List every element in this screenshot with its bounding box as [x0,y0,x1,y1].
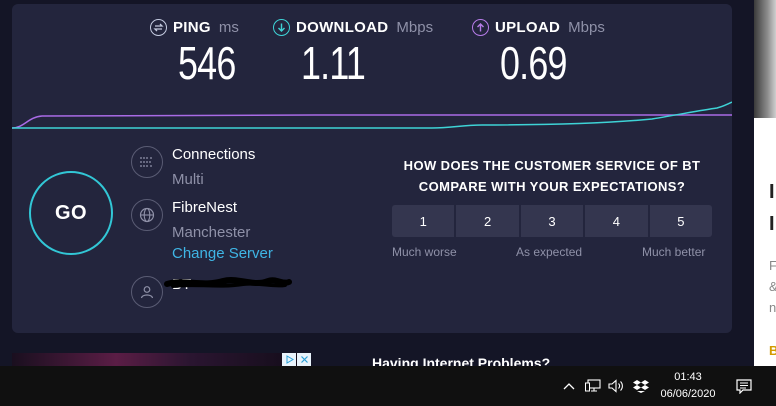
globe-icon [131,199,163,231]
ping-label: PING [173,18,211,36]
volume-icon[interactable] [608,378,624,394]
side-small-1: F [769,258,776,273]
connections-icon [131,146,163,178]
side-small-3: n [769,300,776,315]
rating-4-button[interactable]: 4 [585,205,648,237]
scale-mid-label: As expected [516,245,583,259]
ping-unit: ms [218,18,239,36]
redacted-scribble [164,277,292,288]
rating-5-button[interactable]: 5 [649,205,713,237]
rating-scale: 1 2 3 4 5 [392,205,713,237]
survey-question-line2: COMPARE WITH YOUR EXPECTATIONS? [418,179,686,194]
download-unit: Mbps [396,18,434,36]
ping-value: 546 [178,37,236,89]
rating-1-button[interactable]: 1 [392,205,455,237]
upload-arrow-icon [472,18,489,36]
download-metric: DOWNLOAD Mbps 1.11 [273,16,433,88]
action-center-icon[interactable] [735,378,753,394]
clock-time[interactable]: 01:43 [660,371,716,383]
speedtest-panel: PING ms 546 DOWNLOAD Mbps 1.11 UPLOAD Mb… [12,4,732,333]
ping-metric: PING ms 546 [150,16,252,88]
go-button[interactable]: GO [29,171,113,255]
side-brand-letter: B [769,343,776,358]
download-arrow-icon [273,18,290,36]
survey-question-line1: HOW DOES THE CUSTOMER SERVICE OF BT [403,158,701,173]
side-text-2: I [769,213,775,235]
side-small-2: & [769,279,776,294]
scale-high-label: Much better [642,245,706,259]
speed-graph [12,101,732,129]
upload-unit: Mbps [568,18,605,36]
scale-low-label: Much worse [392,245,457,259]
clock-date[interactable]: 06/06/2020 [660,388,716,400]
side-thumbnail-image [754,0,776,118]
rating-3-button[interactable]: 3 [520,205,584,237]
ping-icon [150,18,167,36]
server-location: Manchester [172,224,251,241]
rating-2-button[interactable]: 2 [456,205,519,237]
connections-title: Connections [172,146,256,163]
ad-close-icon[interactable] [297,353,311,366]
dropbox-icon[interactable] [632,378,650,394]
user-icon [131,276,163,308]
upload-label: UPLOAD [495,18,561,36]
side-page-strip: I I F & n B [754,0,776,366]
survey-question: HOW DOES THE CUSTOMER SERVICE OF BT COMP… [392,155,712,197]
download-value: 1.11 [301,37,366,89]
server-name: FibreNest [172,199,238,216]
side-text-1: I [769,181,775,203]
network-icon[interactable] [584,378,602,394]
bottom-ad-banner[interactable] [12,353,310,366]
change-server-link[interactable]: Change Server [172,245,273,262]
connections-mode[interactable]: Multi [172,171,204,188]
download-label: DOWNLOAD [296,18,389,36]
adchoices-icon[interactable] [282,353,296,366]
upload-metric: UPLOAD Mbps 0.69 [472,16,605,88]
chevron-up-icon[interactable] [562,378,576,394]
taskbar: 01:43 06/06/2020 [0,366,776,406]
upload-value: 0.69 [500,37,567,89]
